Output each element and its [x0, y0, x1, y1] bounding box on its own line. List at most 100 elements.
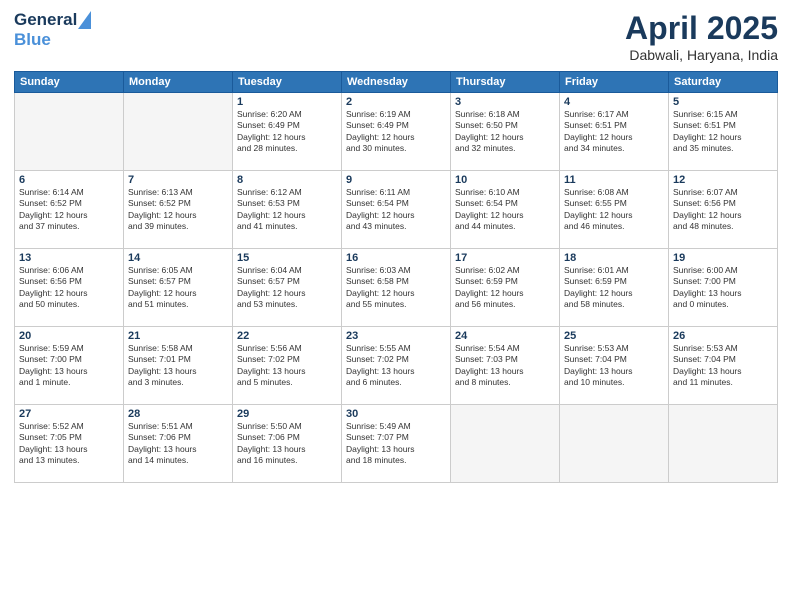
day-number: 9	[346, 174, 446, 186]
day-number: 29	[237, 408, 337, 420]
calendar-cell: 18Sunrise: 6:01 AMSunset: 6:59 PMDayligh…	[560, 249, 669, 327]
calendar-cell: 17Sunrise: 6:02 AMSunset: 6:59 PMDayligh…	[451, 249, 560, 327]
day-info: Sunrise: 6:03 AMSunset: 6:58 PMDaylight:…	[346, 265, 446, 311]
day-info: Sunrise: 5:53 AMSunset: 7:04 PMDaylight:…	[564, 343, 664, 389]
calendar-cell: 26Sunrise: 5:53 AMSunset: 7:04 PMDayligh…	[669, 327, 778, 405]
week-row-3: 13Sunrise: 6:06 AMSunset: 6:56 PMDayligh…	[15, 249, 778, 327]
day-number: 14	[128, 252, 228, 264]
day-info: Sunrise: 6:08 AMSunset: 6:55 PMDaylight:…	[564, 187, 664, 233]
calendar-cell: 2Sunrise: 6:19 AMSunset: 6:49 PMDaylight…	[342, 93, 451, 171]
logo-arrow-icon	[78, 11, 91, 29]
day-number: 27	[19, 408, 119, 420]
calendar-cell: 3Sunrise: 6:18 AMSunset: 6:50 PMDaylight…	[451, 93, 560, 171]
calendar-cell: 29Sunrise: 5:50 AMSunset: 7:06 PMDayligh…	[233, 405, 342, 483]
calendar-cell: 21Sunrise: 5:58 AMSunset: 7:01 PMDayligh…	[124, 327, 233, 405]
day-number: 19	[673, 252, 773, 264]
calendar-body: 1Sunrise: 6:20 AMSunset: 6:49 PMDaylight…	[15, 93, 778, 483]
day-number: 15	[237, 252, 337, 264]
calendar-cell: 15Sunrise: 6:04 AMSunset: 6:57 PMDayligh…	[233, 249, 342, 327]
day-info: Sunrise: 6:02 AMSunset: 6:59 PMDaylight:…	[455, 265, 555, 311]
calendar-cell: 25Sunrise: 5:53 AMSunset: 7:04 PMDayligh…	[560, 327, 669, 405]
day-info: Sunrise: 5:59 AMSunset: 7:00 PMDaylight:…	[19, 343, 119, 389]
day-number: 7	[128, 174, 228, 186]
day-number: 5	[673, 96, 773, 108]
day-number: 22	[237, 330, 337, 342]
day-of-week-saturday: Saturday	[669, 72, 778, 93]
week-row-5: 27Sunrise: 5:52 AMSunset: 7:05 PMDayligh…	[15, 405, 778, 483]
day-number: 2	[346, 96, 446, 108]
calendar-cell: 8Sunrise: 6:12 AMSunset: 6:53 PMDaylight…	[233, 171, 342, 249]
day-of-week-friday: Friday	[560, 72, 669, 93]
calendar-cell: 4Sunrise: 6:17 AMSunset: 6:51 PMDaylight…	[560, 93, 669, 171]
day-info: Sunrise: 6:06 AMSunset: 6:56 PMDaylight:…	[19, 265, 119, 311]
day-number: 16	[346, 252, 446, 264]
day-number: 3	[455, 96, 555, 108]
page: General Blue April 2025 Dabwali, Haryana…	[0, 0, 792, 612]
calendar-cell: 19Sunrise: 6:00 AMSunset: 7:00 PMDayligh…	[669, 249, 778, 327]
day-info: Sunrise: 6:01 AMSunset: 6:59 PMDaylight:…	[564, 265, 664, 311]
day-info: Sunrise: 6:14 AMSunset: 6:52 PMDaylight:…	[19, 187, 119, 233]
day-number: 18	[564, 252, 664, 264]
day-info: Sunrise: 5:50 AMSunset: 7:06 PMDaylight:…	[237, 421, 337, 467]
day-info: Sunrise: 5:58 AMSunset: 7:01 PMDaylight:…	[128, 343, 228, 389]
calendar-cell: 23Sunrise: 5:55 AMSunset: 7:02 PMDayligh…	[342, 327, 451, 405]
calendar-cell: 30Sunrise: 5:49 AMSunset: 7:07 PMDayligh…	[342, 405, 451, 483]
day-info: Sunrise: 6:10 AMSunset: 6:54 PMDaylight:…	[455, 187, 555, 233]
day-number: 1	[237, 96, 337, 108]
header: General Blue April 2025 Dabwali, Haryana…	[14, 10, 778, 63]
day-info: Sunrise: 6:13 AMSunset: 6:52 PMDaylight:…	[128, 187, 228, 233]
day-number: 10	[455, 174, 555, 186]
day-number: 11	[564, 174, 664, 186]
calendar-cell: 14Sunrise: 6:05 AMSunset: 6:57 PMDayligh…	[124, 249, 233, 327]
calendar-cell	[560, 405, 669, 483]
day-info: Sunrise: 6:00 AMSunset: 7:00 PMDaylight:…	[673, 265, 773, 311]
calendar-cell: 10Sunrise: 6:10 AMSunset: 6:54 PMDayligh…	[451, 171, 560, 249]
day-info: Sunrise: 5:54 AMSunset: 7:03 PMDaylight:…	[455, 343, 555, 389]
calendar-header: SundayMondayTuesdayWednesdayThursdayFrid…	[15, 72, 778, 93]
day-info: Sunrise: 6:18 AMSunset: 6:50 PMDaylight:…	[455, 109, 555, 155]
day-number: 20	[19, 330, 119, 342]
day-info: Sunrise: 6:11 AMSunset: 6:54 PMDaylight:…	[346, 187, 446, 233]
calendar-cell: 16Sunrise: 6:03 AMSunset: 6:58 PMDayligh…	[342, 249, 451, 327]
day-info: Sunrise: 6:05 AMSunset: 6:57 PMDaylight:…	[128, 265, 228, 311]
day-number: 30	[346, 408, 446, 420]
day-info: Sunrise: 5:52 AMSunset: 7:05 PMDaylight:…	[19, 421, 119, 467]
day-info: Sunrise: 6:19 AMSunset: 6:49 PMDaylight:…	[346, 109, 446, 155]
calendar-subtitle: Dabwali, Haryana, India	[625, 47, 778, 63]
day-info: Sunrise: 5:51 AMSunset: 7:06 PMDaylight:…	[128, 421, 228, 467]
day-number: 23	[346, 330, 446, 342]
day-info: Sunrise: 6:04 AMSunset: 6:57 PMDaylight:…	[237, 265, 337, 311]
day-number: 25	[564, 330, 664, 342]
calendar-cell: 1Sunrise: 6:20 AMSunset: 6:49 PMDaylight…	[233, 93, 342, 171]
calendar-cell	[15, 93, 124, 171]
day-of-week-thursday: Thursday	[451, 72, 560, 93]
calendar-cell: 13Sunrise: 6:06 AMSunset: 6:56 PMDayligh…	[15, 249, 124, 327]
day-number: 24	[455, 330, 555, 342]
day-number: 6	[19, 174, 119, 186]
day-info: Sunrise: 6:15 AMSunset: 6:51 PMDaylight:…	[673, 109, 773, 155]
day-number: 17	[455, 252, 555, 264]
calendar-cell: 12Sunrise: 6:07 AMSunset: 6:56 PMDayligh…	[669, 171, 778, 249]
day-number: 26	[673, 330, 773, 342]
calendar-cell: 28Sunrise: 5:51 AMSunset: 7:06 PMDayligh…	[124, 405, 233, 483]
day-info: Sunrise: 5:55 AMSunset: 7:02 PMDaylight:…	[346, 343, 446, 389]
logo-blue-text: Blue	[14, 30, 91, 50]
calendar-cell: 22Sunrise: 5:56 AMSunset: 7:02 PMDayligh…	[233, 327, 342, 405]
calendar-cell	[124, 93, 233, 171]
week-row-1: 1Sunrise: 6:20 AMSunset: 6:49 PMDaylight…	[15, 93, 778, 171]
calendar-title: April 2025	[625, 10, 778, 47]
day-number: 4	[564, 96, 664, 108]
calendar-cell: 24Sunrise: 5:54 AMSunset: 7:03 PMDayligh…	[451, 327, 560, 405]
day-of-week-sunday: Sunday	[15, 72, 124, 93]
calendar-cell: 6Sunrise: 6:14 AMSunset: 6:52 PMDaylight…	[15, 171, 124, 249]
calendar-cell: 9Sunrise: 6:11 AMSunset: 6:54 PMDaylight…	[342, 171, 451, 249]
day-info: Sunrise: 5:53 AMSunset: 7:04 PMDaylight:…	[673, 343, 773, 389]
calendar-cell: 20Sunrise: 5:59 AMSunset: 7:00 PMDayligh…	[15, 327, 124, 405]
calendar-cell	[669, 405, 778, 483]
calendar-cell: 5Sunrise: 6:15 AMSunset: 6:51 PMDaylight…	[669, 93, 778, 171]
week-row-4: 20Sunrise: 5:59 AMSunset: 7:00 PMDayligh…	[15, 327, 778, 405]
day-info: Sunrise: 5:49 AMSunset: 7:07 PMDaylight:…	[346, 421, 446, 467]
calendar-cell	[451, 405, 560, 483]
calendar-cell: 7Sunrise: 6:13 AMSunset: 6:52 PMDaylight…	[124, 171, 233, 249]
day-info: Sunrise: 6:17 AMSunset: 6:51 PMDaylight:…	[564, 109, 664, 155]
